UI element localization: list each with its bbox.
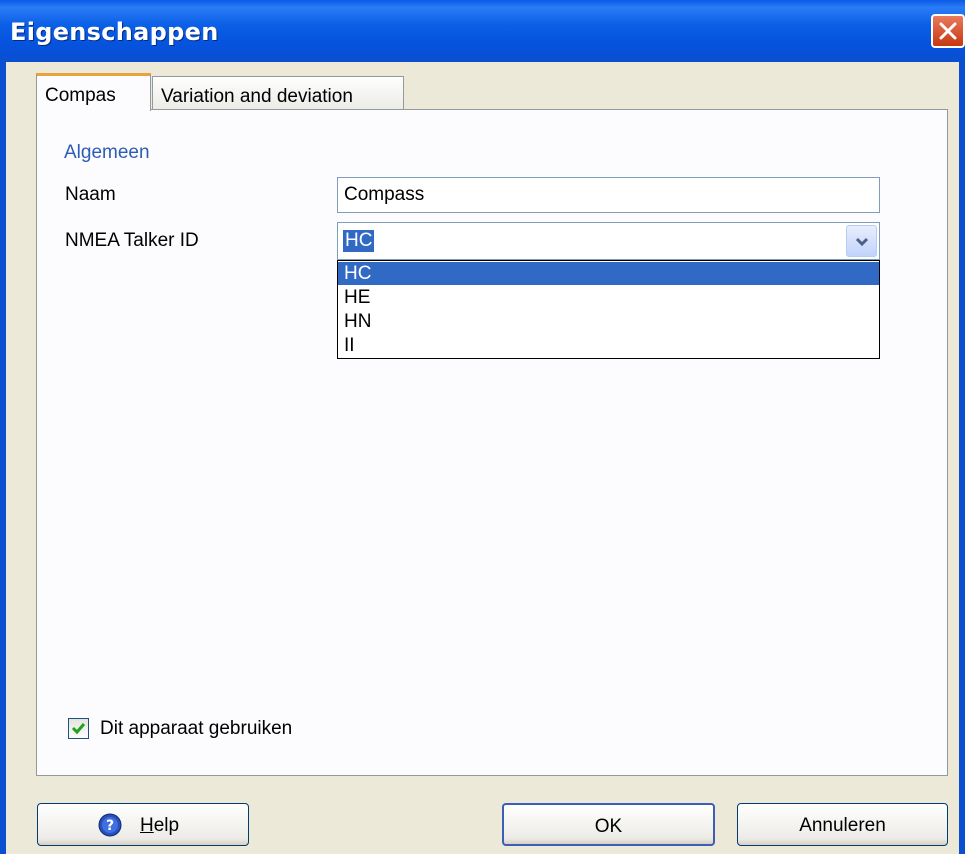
close-button[interactable] — [931, 14, 965, 48]
cancel-button[interactable]: Annuleren — [737, 803, 948, 846]
nmea-selected-value: HC — [343, 230, 375, 252]
help-label: Help — [140, 815, 180, 836]
tab-variation-label: Variation and deviation — [161, 86, 353, 107]
title-bar[interactable]: Eigenschappen — [0, 0, 965, 62]
window-border-right — [959, 62, 965, 854]
tab-compas[interactable]: Compas — [36, 73, 151, 111]
help-button[interactable]: ? Help — [37, 803, 249, 846]
checkmark-icon — [71, 723, 86, 735]
tab-compas-label: Compas — [45, 85, 116, 106]
svg-text:?: ? — [106, 818, 114, 834]
dropdown-button[interactable] — [846, 225, 877, 257]
ok-button[interactable]: OK — [502, 803, 715, 846]
chevron-down-icon — [855, 237, 869, 247]
properties-dialog: Eigenschappen Compas Variation and devia… — [0, 0, 965, 854]
dropdown-option[interactable]: HN — [338, 310, 879, 333]
naam-label: Naam — [65, 184, 116, 205]
use-device-checkbox[interactable] — [68, 718, 89, 739]
naam-input[interactable] — [337, 177, 880, 213]
window-title: Eigenschappen — [10, 18, 219, 46]
nmea-label: NMEA Talker ID — [65, 230, 199, 251]
dropdown-option[interactable]: II — [338, 334, 879, 357]
dropdown-option[interactable]: HE — [338, 286, 879, 309]
window-border-left — [0, 62, 6, 854]
cancel-label: Annuleren — [799, 815, 886, 836]
help-icon: ? — [98, 813, 122, 837]
dropdown-option[interactable]: HC — [338, 262, 879, 285]
nmea-talker-select[interactable]: HC — [337, 222, 880, 260]
use-device-label[interactable]: Dit apparaat gebruiken — [100, 718, 292, 740]
tab-variation-deviation[interactable]: Variation and deviation — [152, 76, 404, 110]
ok-label: OK — [594, 816, 623, 837]
group-title: Algemeen — [64, 142, 150, 163]
nmea-dropdown-list: HC HE HN II — [337, 260, 880, 359]
close-icon — [939, 22, 957, 40]
